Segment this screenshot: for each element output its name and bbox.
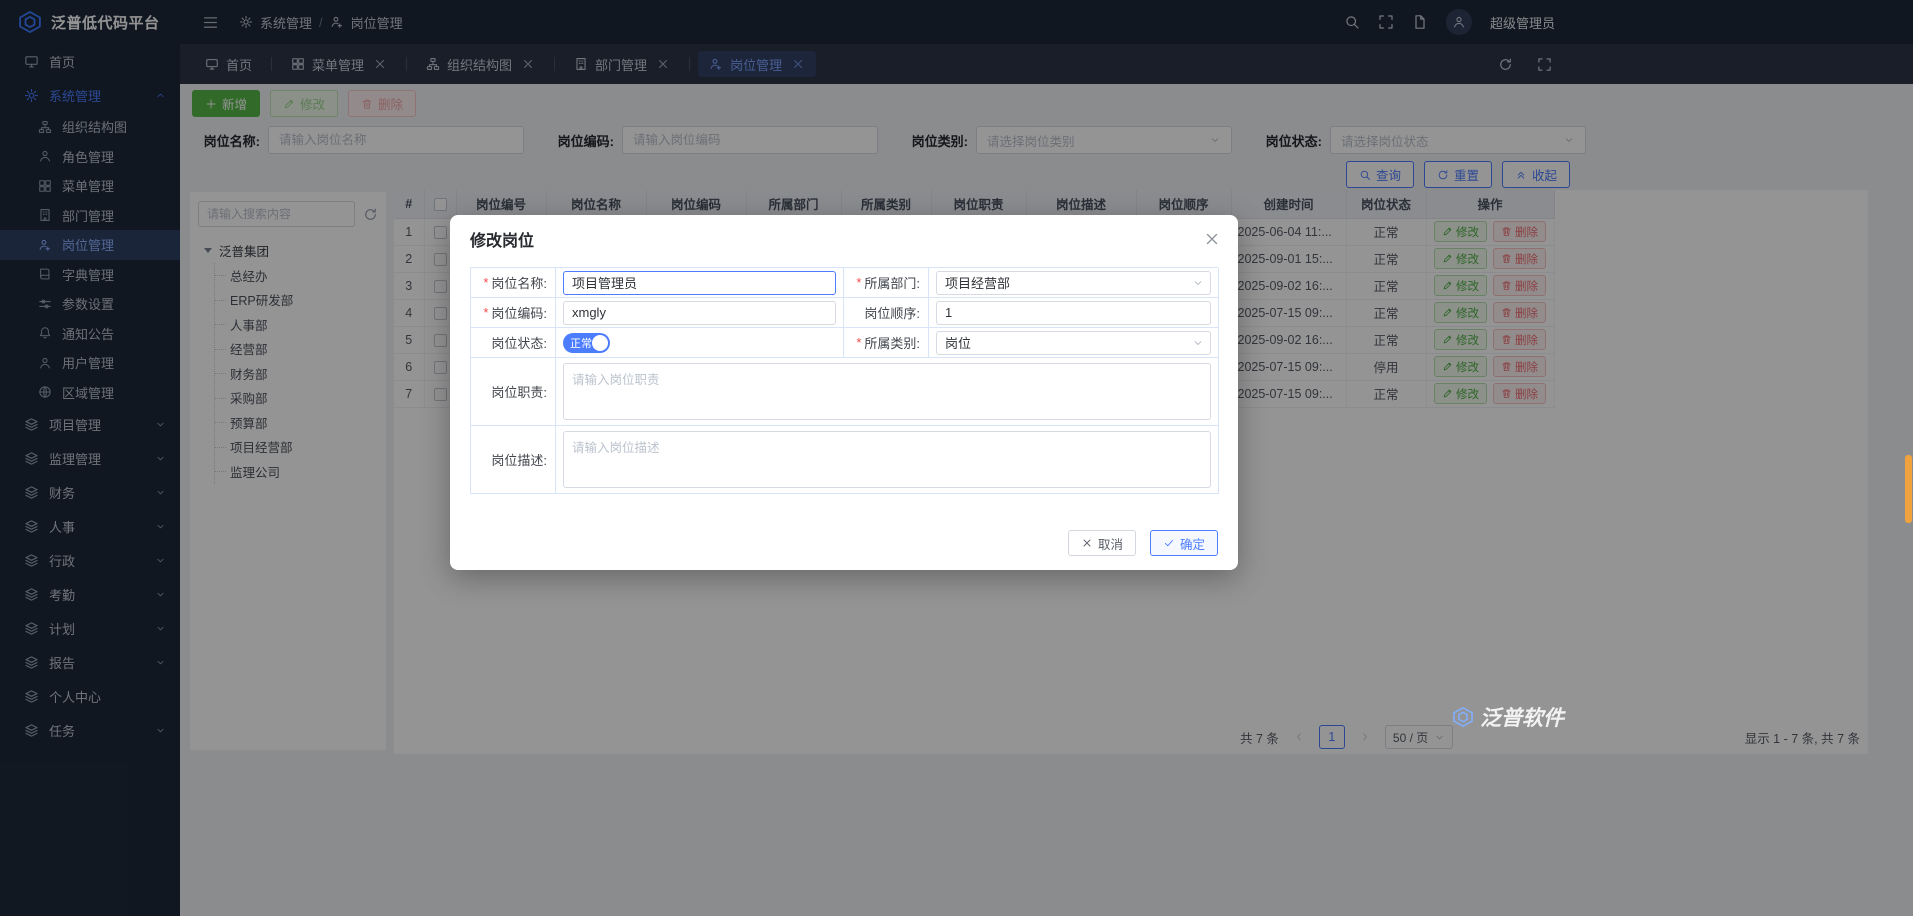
chevron-down-icon — [1192, 337, 1204, 349]
confirm-button-label: 确定 — [1180, 534, 1205, 553]
field-label-duty: 岗位职责: — [471, 358, 556, 426]
field-cell-category: 岗位 — [929, 328, 1219, 358]
cancel-button[interactable]: 取消 — [1068, 530, 1136, 556]
field-label-status: 岗位状态: — [471, 328, 556, 358]
category-select[interactable]: 岗位 — [936, 331, 1211, 355]
department-select[interactable]: 项目经营部 — [936, 271, 1211, 295]
chevron-down-icon — [1192, 277, 1204, 289]
scrollbar-thumb[interactable] — [1905, 455, 1912, 523]
field-label-department: 所属部门: — [844, 268, 929, 298]
field-label-category: 所属类别: — [844, 328, 929, 358]
field-cell-code — [556, 298, 844, 328]
toggle-label: 正常 — [570, 335, 592, 351]
field-label-order: 岗位顺序: — [844, 298, 929, 328]
modal-footer: 取消 确定 — [1068, 530, 1218, 556]
close-icon[interactable] — [1203, 230, 1221, 248]
watermark: 泛普软件 — [1452, 702, 1564, 732]
confirm-button[interactable]: 确定 — [1150, 530, 1218, 556]
field-label-description: 岗位描述: — [471, 426, 556, 494]
field-label-name: 岗位名称: — [471, 268, 556, 298]
field-cell-order — [929, 298, 1219, 328]
edit-position-modal: 修改岗位 岗位名称: 所属部门: 项目经营部 岗位编码: 岗位顺序: 岗位状态:… — [450, 215, 1238, 570]
modal-title: 修改岗位 — [450, 215, 1238, 263]
watermark-logo-icon — [1452, 706, 1474, 728]
close-icon — [1081, 537, 1093, 549]
field-cell-name — [556, 268, 844, 298]
position-name-input[interactable] — [563, 271, 836, 295]
field-cell-department: 项目经营部 — [929, 268, 1219, 298]
watermark-text: 泛普软件 — [1480, 702, 1564, 732]
check-icon — [1163, 537, 1175, 549]
position-order-input[interactable] — [936, 301, 1211, 325]
field-cell-status: 正常 — [556, 328, 844, 358]
field-cell-duty — [556, 358, 1219, 426]
status-toggle[interactable]: 正常 — [563, 333, 610, 353]
department-value: 项目经营部 — [945, 273, 1010, 292]
cancel-button-label: 取消 — [1098, 534, 1123, 553]
field-label-code: 岗位编码: — [471, 298, 556, 328]
position-description-textarea[interactable] — [563, 431, 1211, 488]
category-value: 岗位 — [945, 333, 971, 352]
field-cell-description — [556, 426, 1219, 494]
modal-form: 岗位名称: 所属部门: 项目经营部 岗位编码: 岗位顺序: 岗位状态: 正常 所… — [470, 267, 1218, 494]
toggle-knob — [592, 335, 608, 351]
position-code-input[interactable] — [563, 301, 836, 325]
position-duty-textarea[interactable] — [563, 363, 1211, 420]
